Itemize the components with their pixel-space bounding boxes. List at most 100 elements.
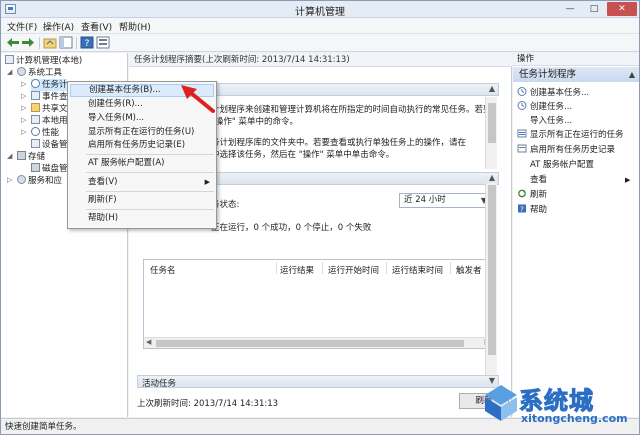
shared-folder-icon <box>31 103 40 112</box>
task-status-summary: 正在运行，0 个成功，0 个停止，0 个失败 <box>211 223 372 233</box>
column-header[interactable]: 触发者 <box>456 264 482 276</box>
menu-action[interactable]: 操作(A) <box>43 20 74 33</box>
action-at-service-account[interactable]: AT 服务帐户配置 <box>517 159 594 171</box>
action-import-task[interactable]: 导入任务... <box>517 115 572 127</box>
watermark: 系统城 xitongcheng.com <box>479 381 639 433</box>
tree-item-services-apps[interactable]: 服务和应 <box>17 175 62 187</box>
tree-item-system-tools[interactable]: 系统工具 <box>17 67 62 79</box>
users-icon <box>31 115 40 124</box>
tree-item-device-manager[interactable]: 设备管 <box>31 139 68 151</box>
collapse-icon[interactable]: ◢ <box>7 152 12 160</box>
expand-icon[interactable]: ▷ <box>21 104 26 112</box>
center-scrollbar[interactable] <box>485 183 497 379</box>
ctx-enable-task-history[interactable]: 启用所有任务历史记录(E) <box>70 139 214 152</box>
column-header[interactable]: 运行开始时间 <box>328 264 379 276</box>
refresh-icon <box>518 189 526 198</box>
title-bar: 计算机管理 — □ ✕ <box>1 1 639 18</box>
action-enable-task-history[interactable]: 启用所有任务历史记录 <box>517 144 615 156</box>
menu-view[interactable]: 查看(V) <box>81 20 112 33</box>
menu-file[interactable]: 文件(F) <box>7 20 37 33</box>
last-refresh-time: 上次刷新时间: 2013/7/14 14:31:13 <box>137 399 279 409</box>
actions-pane: 操作 任务计划程序 ▲ 创建基本任务... 创建任务... 导入任务... 显示所… <box>513 53 639 417</box>
tree-item-event-viewer[interactable]: 事件查 <box>31 91 68 103</box>
tree-item-storage[interactable]: 存储 <box>17 151 45 163</box>
tree-item-task-scheduler[interactable]: 任务计 <box>31 79 68 91</box>
ctx-view[interactable]: 查看(V) ▶ <box>70 176 214 189</box>
computer-management-window: 计算机管理 — □ ✕ 文件(F) 操作(A) 查看(V) 帮助(H) ? 计算… <box>0 0 640 435</box>
expand-icon[interactable]: ▷ <box>21 128 26 136</box>
properties-icon[interactable] <box>96 36 110 49</box>
services-icon <box>17 175 26 184</box>
device-manager-icon <box>31 139 40 148</box>
active-tasks-section-header[interactable]: 活动任务 ▼ <box>137 375 499 389</box>
expand-icon[interactable]: ▷ <box>21 80 26 88</box>
action-create-basic-task[interactable]: 创建基本任务... <box>517 87 589 99</box>
show-hide-tree-icon[interactable] <box>59 36 73 49</box>
collapse-chevron-icon[interactable]: ▲ <box>489 84 495 93</box>
overview-text-line: 中选择该任务，然后在 "操作" 菜单中单击命令。 <box>211 150 395 160</box>
blank-icon <box>517 115 527 124</box>
close-button[interactable]: ✕ <box>607 2 637 16</box>
forward-arrow-icon[interactable] <box>21 36 35 49</box>
action-view[interactable]: 查看 ▶ <box>517 174 637 186</box>
watermark-text: 系统城 <box>519 387 594 416</box>
collapse-chevron-icon[interactable]: ▲ <box>629 67 635 82</box>
tree-item-shared-folders[interactable]: 共享文 <box>31 103 68 115</box>
expand-icon[interactable]: ▷ <box>21 92 26 100</box>
tree-item-disk-management[interactable]: 磁盘管 <box>31 163 68 175</box>
svg-text:?: ? <box>85 39 90 49</box>
table-horizontal-scrollbar[interactable]: ◀ ▶ <box>144 337 492 348</box>
overview-text-line: "操作" 菜单中的命令。 <box>211 117 299 127</box>
window-title: 计算机管理 <box>295 7 345 18</box>
menu-bar: 文件(F) 操作(A) 查看(V) 帮助(H) <box>1 18 639 34</box>
clock-icon <box>31 79 40 88</box>
overview-text-line: 务计划程序库的文件夹中。若要查看或执行单独任务上的操作，请在 <box>211 138 467 148</box>
basic-task-icon <box>517 87 527 96</box>
up-folder-icon[interactable] <box>43 36 57 49</box>
time-range-dropdown[interactable]: 近 24 小时 ▼ <box>399 193 491 208</box>
action-create-task[interactable]: 创建任务... <box>517 101 572 113</box>
overview-scrollbar[interactable] <box>485 97 497 169</box>
actions-section-task-scheduler[interactable]: 任务计划程序 ▲ <box>513 67 639 82</box>
scroll-left-icon[interactable]: ◀ <box>146 338 151 346</box>
tree-item-performance[interactable]: 性能 <box>31 127 59 139</box>
watermark-url: xitongcheng.com <box>521 412 628 425</box>
help-icon: ? <box>518 204 526 214</box>
ctx-help[interactable]: 帮助(H) <box>70 212 214 225</box>
action-show-running-tasks[interactable]: 显示所有正在运行的任务 <box>517 129 624 141</box>
ctx-at-service-account[interactable]: AT 服务帐户配置(A) <box>70 157 214 170</box>
collapse-icon[interactable]: ◢ <box>7 68 12 76</box>
expand-icon[interactable]: ▷ <box>21 116 26 124</box>
actions-header: 操作 <box>513 53 639 66</box>
task-history-icon <box>517 144 527 153</box>
action-help[interactable]: ? 帮助 <box>517 204 547 216</box>
tree-item-local-users[interactable]: 本地用 <box>31 115 68 127</box>
svg-text:?: ? <box>520 206 524 214</box>
toolbar: ? <box>1 34 639 52</box>
menu-help[interactable]: 帮助(H) <box>119 20 151 33</box>
ctx-refresh[interactable]: 刷新(F) <box>70 194 214 207</box>
disk-icon <box>31 163 40 172</box>
event-viewer-icon <box>31 91 40 100</box>
submenu-arrow-icon: ▶ <box>204 178 210 186</box>
column-header[interactable]: 运行结果 <box>280 264 314 276</box>
performance-icon <box>31 127 40 136</box>
maximize-button[interactable]: □ <box>583 2 605 16</box>
computer-icon <box>5 55 14 64</box>
minimize-button[interactable]: — <box>559 2 581 16</box>
back-arrow-icon[interactable] <box>6 36 20 49</box>
tree-item-root[interactable]: 计算机管理(本地) <box>5 55 82 67</box>
action-refresh[interactable]: 刷新 <box>517 189 547 201</box>
blank-icon <box>517 174 527 183</box>
create-task-icon <box>517 101 527 110</box>
storage-icon <box>17 151 26 160</box>
expand-icon[interactable]: ▷ <box>7 176 12 184</box>
ctx-show-running-tasks[interactable]: 显示所有正在运行的任务(U) <box>70 126 214 139</box>
collapse-chevron-icon[interactable]: ▲ <box>489 173 495 182</box>
task-status-table: 任务名 运行结果 运行开始时间 运行结束时间 触发者 ◀ ▶ <box>143 259 493 349</box>
red-arrow-annotation-icon <box>181 85 215 113</box>
running-tasks-icon <box>517 129 527 138</box>
column-header[interactable]: 任务名 <box>150 264 176 276</box>
column-header[interactable]: 运行结束时间 <box>392 264 443 276</box>
help-icon[interactable]: ? <box>80 36 94 49</box>
